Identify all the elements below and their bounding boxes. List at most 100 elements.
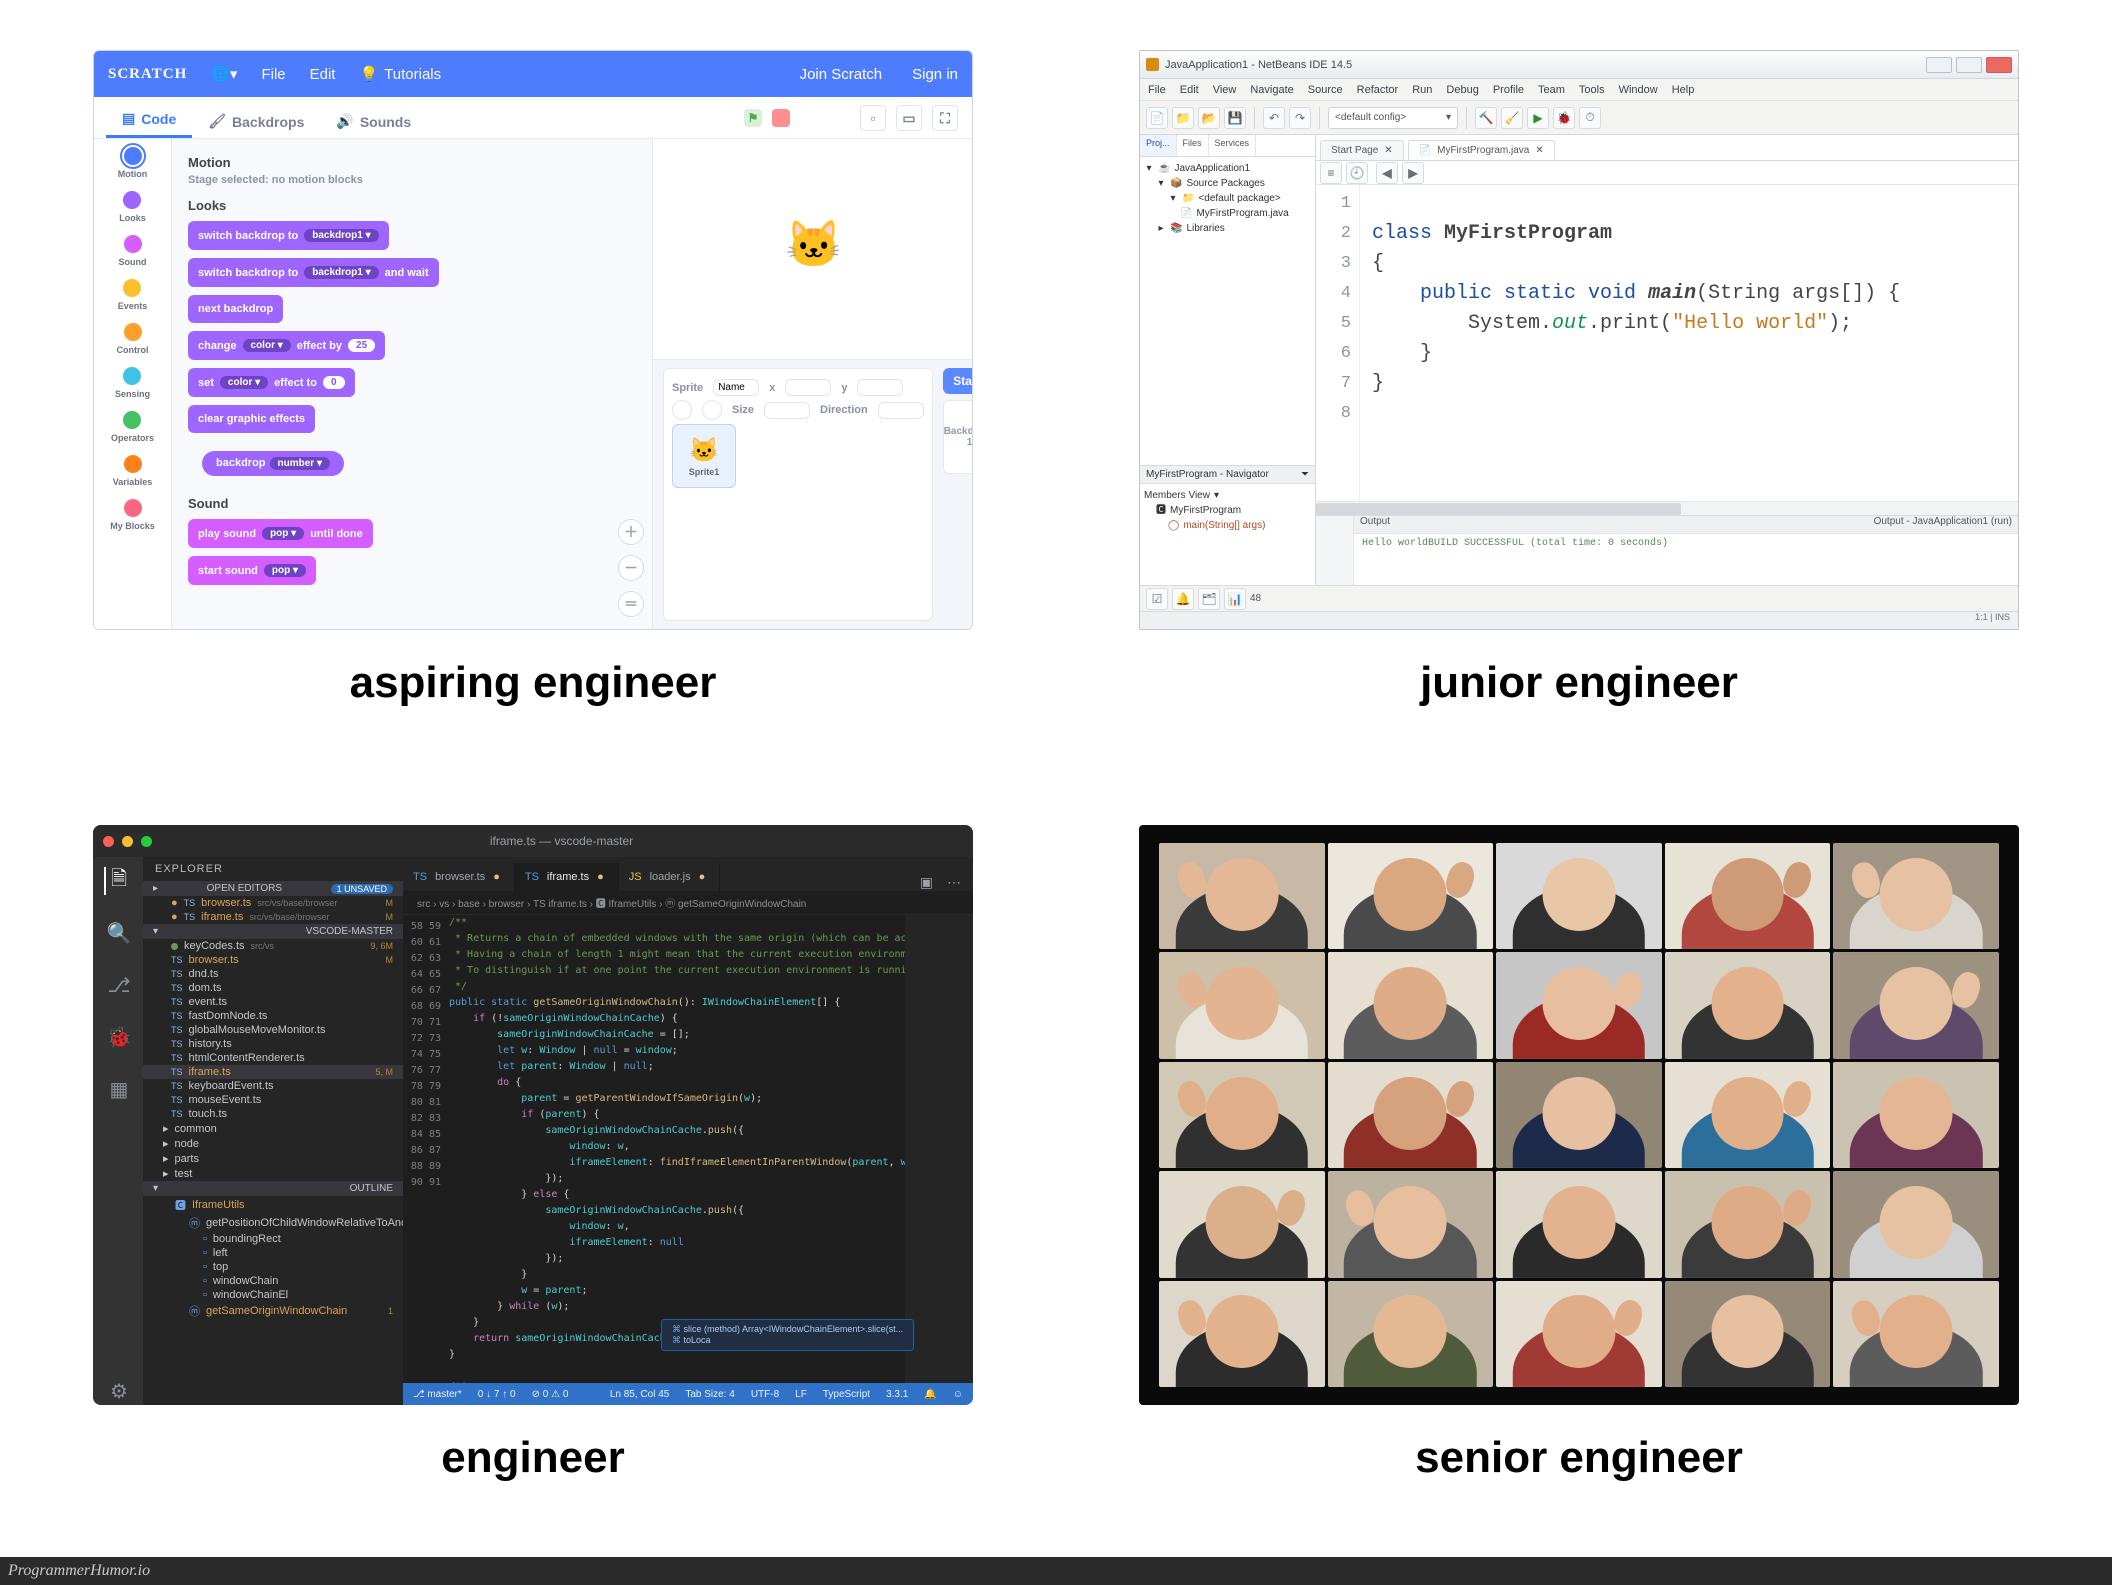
- participant-tile[interactable]: [1328, 952, 1494, 1058]
- category-variables[interactable]: Variables: [113, 455, 153, 487]
- editor-tab[interactable]: TS browser.ts ●: [403, 863, 515, 891]
- menu-navigate[interactable]: Navigate: [1250, 84, 1293, 96]
- project-tree[interactable]: ▾☕ JavaApplication1 ▾📦 Source Packages ▾…: [1140, 157, 1315, 240]
- sprite-y-input[interactable]: [857, 379, 903, 396]
- menu-debug[interactable]: Debug: [1446, 84, 1478, 96]
- outline-item[interactable]: ▫ boundingRect: [143, 1232, 403, 1246]
- scratch-block[interactable]: next backdrop: [188, 295, 283, 323]
- ext-icon[interactable]: ▦: [104, 1075, 132, 1103]
- participant-tile[interactable]: [1496, 1062, 1662, 1168]
- stage-thumbnail[interactable]: Backdrops 1: [943, 400, 973, 474]
- folder-item[interactable]: ▸ common: [143, 1121, 403, 1136]
- ts-version[interactable]: 3.3.1: [886, 1389, 908, 1400]
- tab-code[interactable]: ▤ Code: [106, 100, 192, 138]
- menu-view[interactable]: View: [1213, 84, 1237, 96]
- editor-tab[interactable]: TS iframe.ts ●: [515, 863, 619, 891]
- outline-section[interactable]: ▾ OUTLINE: [143, 1181, 403, 1196]
- build-icon[interactable]: 🔨: [1475, 107, 1497, 129]
- source-view-icon[interactable]: ≡: [1320, 162, 1342, 184]
- undo-icon[interactable]: ↶: [1263, 107, 1285, 129]
- vcs-icon[interactable]: 🗂: [1198, 588, 1220, 610]
- traffic-close-icon[interactable]: [103, 836, 114, 847]
- join-link[interactable]: Join Scratch: [800, 66, 883, 83]
- category-sensing[interactable]: Sensing: [115, 367, 150, 399]
- spaces[interactable]: Tab Size: 4: [685, 1389, 734, 1400]
- outline-item[interactable]: ▫ top: [143, 1260, 403, 1274]
- scratch-logo[interactable]: SCRATCH: [108, 66, 187, 83]
- projects-tab[interactable]: Proj...: [1140, 135, 1177, 156]
- notif-icon[interactable]: 🔔: [1172, 588, 1194, 610]
- file-item[interactable]: TS dnd.ts: [143, 967, 403, 981]
- scratch-block[interactable]: play sound pop ▾ until done: [188, 519, 373, 548]
- participant-tile[interactable]: [1833, 1171, 1999, 1277]
- branch-status[interactable]: ⎇ master*: [413, 1389, 462, 1400]
- eol[interactable]: LF: [795, 1389, 807, 1400]
- large-stage-icon[interactable]: ▭: [896, 105, 922, 131]
- participant-tile[interactable]: [1159, 1281, 1325, 1387]
- run-config-select[interactable]: <default config>▾: [1328, 107, 1458, 129]
- show-toggle-off[interactable]: [702, 400, 722, 420]
- minimap[interactable]: [905, 915, 973, 1383]
- menu-window[interactable]: Window: [1619, 84, 1658, 96]
- scratch-block[interactable]: start sound pop ▾: [188, 556, 316, 585]
- search-icon[interactable]: 🔍: [104, 919, 132, 947]
- nav-method[interactable]: ◯ main(String[] args): [1144, 518, 1311, 533]
- category-operators[interactable]: Operators: [111, 411, 154, 443]
- menu-help[interactable]: Help: [1672, 84, 1695, 96]
- outline-item[interactable]: ⓜ getSameOriginWindowChain1: [143, 1302, 403, 1320]
- participant-tile[interactable]: [1833, 843, 1999, 949]
- file-item[interactable]: TS touch.ts: [143, 1107, 403, 1121]
- signin-link[interactable]: Sign in: [912, 66, 958, 83]
- nav-back-icon[interactable]: ◀: [1376, 162, 1398, 184]
- zoom-reset-icon[interactable]: ＝: [618, 591, 644, 617]
- file-item[interactable]: TS keyboardEvent.ts: [143, 1079, 403, 1093]
- sprite-dir-input[interactable]: [878, 402, 924, 419]
- more-icon[interactable]: ⋯: [947, 874, 961, 891]
- traffic-max-icon[interactable]: [141, 836, 152, 847]
- tasks-icon[interactable]: ☑: [1146, 588, 1168, 610]
- outline-item[interactable]: ▫ windowChainEl: [143, 1288, 403, 1302]
- category-events[interactable]: Events: [118, 279, 148, 311]
- scratch-block[interactable]: switch backdrop to backdrop1 ▾ and wait: [188, 258, 439, 287]
- new-file-icon[interactable]: 📄: [1146, 107, 1168, 129]
- open-icon[interactable]: 📂: [1198, 107, 1220, 129]
- zoom-out-icon[interactable]: －: [618, 555, 644, 581]
- sync-status[interactable]: 0 ↓ 7 ↑ 0: [478, 1389, 516, 1400]
- menu-source[interactable]: Source: [1308, 84, 1343, 96]
- redo-icon[interactable]: ↷: [1289, 107, 1311, 129]
- backdrop-reporter-block[interactable]: backdrop number ▾: [202, 451, 344, 476]
- scratch-block[interactable]: change color ▾ effect by 25: [188, 331, 385, 360]
- start-page-tab[interactable]: Start Page ✕: [1320, 140, 1404, 160]
- minimize-icon[interactable]: [1926, 57, 1952, 73]
- bell-icon[interactable]: 🔔: [924, 1389, 936, 1400]
- sprite-x-input[interactable]: [785, 379, 831, 396]
- menu-file[interactable]: File: [1148, 84, 1166, 96]
- file-tab[interactable]: 📄 MyFirstProgram.java ✕: [1408, 140, 1555, 160]
- scratch-block[interactable]: set color ▾ effect to 0: [188, 368, 355, 397]
- participant-tile[interactable]: [1833, 1281, 1999, 1387]
- file-item[interactable]: TS mouseEvent.ts: [143, 1093, 403, 1107]
- participant-tile[interactable]: [1496, 843, 1662, 949]
- usage-icon[interactable]: 📊: [1224, 588, 1246, 610]
- profile-icon[interactable]: ⏱: [1579, 107, 1601, 129]
- history-icon[interactable]: 🕘: [1346, 162, 1368, 184]
- stop-icon[interactable]: [772, 109, 790, 127]
- file-item[interactable]: TS event.ts: [143, 995, 403, 1009]
- participant-tile[interactable]: [1833, 952, 1999, 1058]
- participant-tile[interactable]: [1496, 1281, 1662, 1387]
- breadcrumb[interactable]: src › vs › base › browser › TS iframe.ts…: [403, 891, 973, 915]
- outline-item[interactable]: ⓜ getPositionOfChildWindowRelativeToAnce…: [143, 1214, 403, 1232]
- outline-item[interactable]: ▫ windowChain: [143, 1274, 403, 1288]
- nav-members[interactable]: Members View ▾: [1144, 488, 1311, 503]
- stage-tab-button[interactable]: Stage: [943, 368, 973, 394]
- file-item[interactable]: TS globalMouseMoveMonitor.ts: [143, 1023, 403, 1037]
- workspace-section[interactable]: ▾ VSCODE-MASTER: [143, 924, 403, 939]
- open-editor-item[interactable]: ● TS iframe.ts src/vs/base/browserM: [143, 910, 403, 924]
- sprite-name-input[interactable]: [713, 379, 759, 396]
- scratch-block[interactable]: switch backdrop to backdrop1 ▾: [188, 221, 389, 250]
- category-sound[interactable]: Sound: [119, 235, 147, 267]
- clean-build-icon[interactable]: 🧹: [1501, 107, 1523, 129]
- file-item[interactable]: TS fastDomNode.ts: [143, 1009, 403, 1023]
- outline-item[interactable]: ▫ left: [143, 1246, 403, 1260]
- zoom-in-icon[interactable]: ＋: [618, 519, 644, 545]
